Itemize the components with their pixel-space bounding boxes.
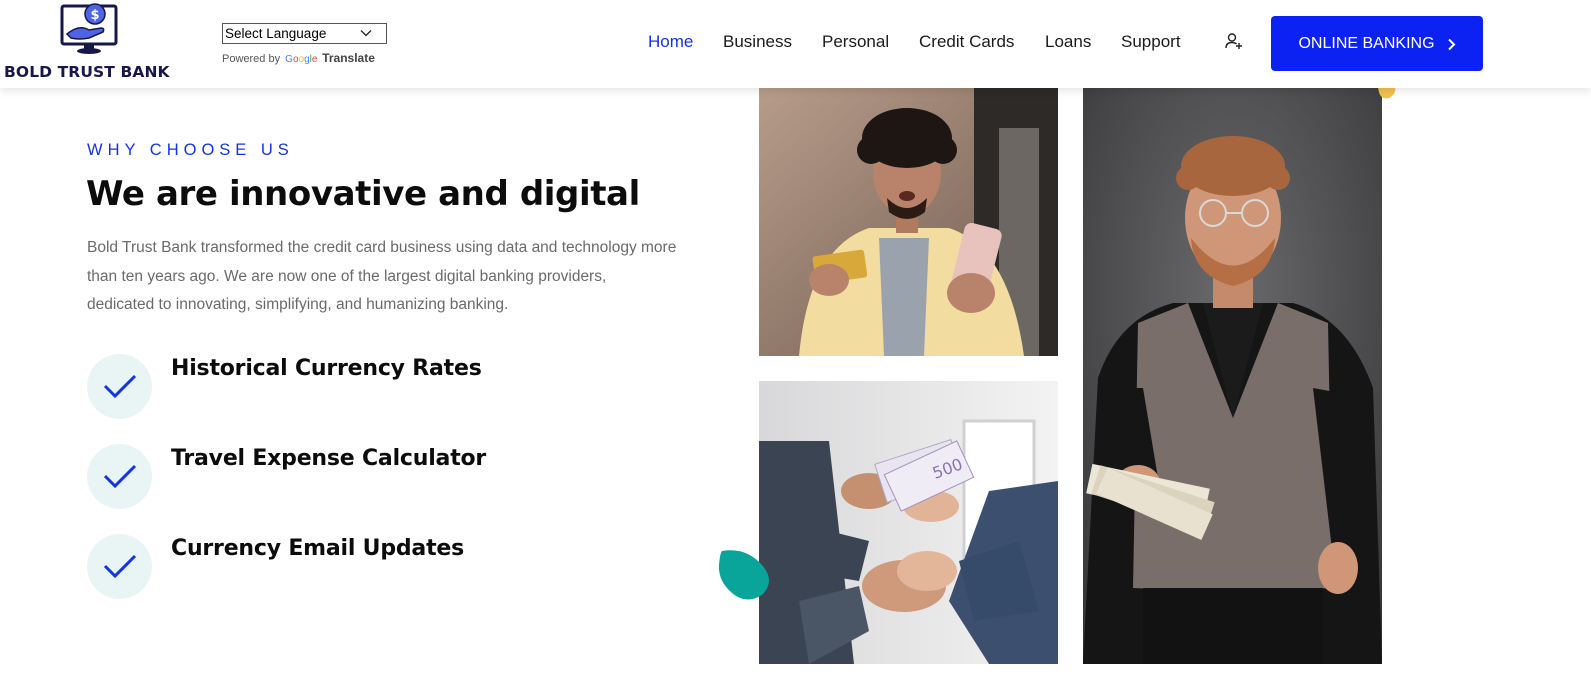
feature-label: Currency Email Updates: [171, 536, 465, 561]
check-badge: [87, 534, 152, 599]
powered-by-text: Powered by: [222, 53, 281, 65]
nav-item-home[interactable]: Home: [648, 32, 693, 52]
check-icon: [103, 464, 137, 489]
feature-label: Historical Currency Rates: [171, 356, 482, 381]
chevron-right-icon: [1447, 38, 1455, 51]
nav-item-support[interactable]: Support: [1121, 32, 1181, 52]
check-icon: [103, 374, 137, 399]
chevron-down-icon: [360, 30, 372, 37]
section-title: We are innovative and digital: [86, 174, 640, 214]
section-eyebrow: WHY CHOOSE US: [87, 141, 294, 159]
nav-item-personal[interactable]: Personal: [822, 32, 889, 52]
powered-by-google-translate: Powered by Google Translate: [222, 51, 375, 65]
photo-man-holding-cash: [1083, 88, 1382, 664]
check-badge: [87, 354, 152, 419]
site-header: $ BOLD TRUST BANK Select Language Powere…: [0, 0, 1591, 88]
brand-logo[interactable]: $ BOLD TRUST BANK: [4, 0, 174, 84]
hand-coin-monitor-logo-icon: $: [60, 3, 118, 54]
online-banking-button[interactable]: ONLINE BANKING: [1271, 16, 1483, 71]
decorative-teal-blob: [718, 550, 769, 600]
language-select[interactable]: Select Language: [222, 23, 387, 44]
nav-item-credit-cards[interactable]: Credit Cards: [919, 32, 1014, 52]
translate-text[interactable]: Translate: [322, 51, 375, 65]
nav-item-business[interactable]: Business: [723, 32, 792, 52]
online-banking-label: ONLINE BANKING: [1298, 34, 1435, 52]
check-icon: [103, 554, 137, 579]
nav-item-loans[interactable]: Loans: [1045, 32, 1091, 52]
photo-man-card-phone: [759, 88, 1058, 356]
language-select-label: Select Language: [225, 26, 327, 41]
photo-handshake-cash: 500: [759, 381, 1058, 664]
feature-label: Travel Expense Calculator: [171, 446, 487, 471]
user-plus-icon[interactable]: [1225, 32, 1243, 50]
brand-name: BOLD TRUST BANK: [4, 63, 170, 81]
section-description: Bold Trust Bank transformed the credit c…: [87, 239, 677, 313]
google-logo[interactable]: Google: [285, 54, 320, 65]
svg-text:$: $: [90, 8, 99, 23]
check-badge: [87, 444, 152, 509]
